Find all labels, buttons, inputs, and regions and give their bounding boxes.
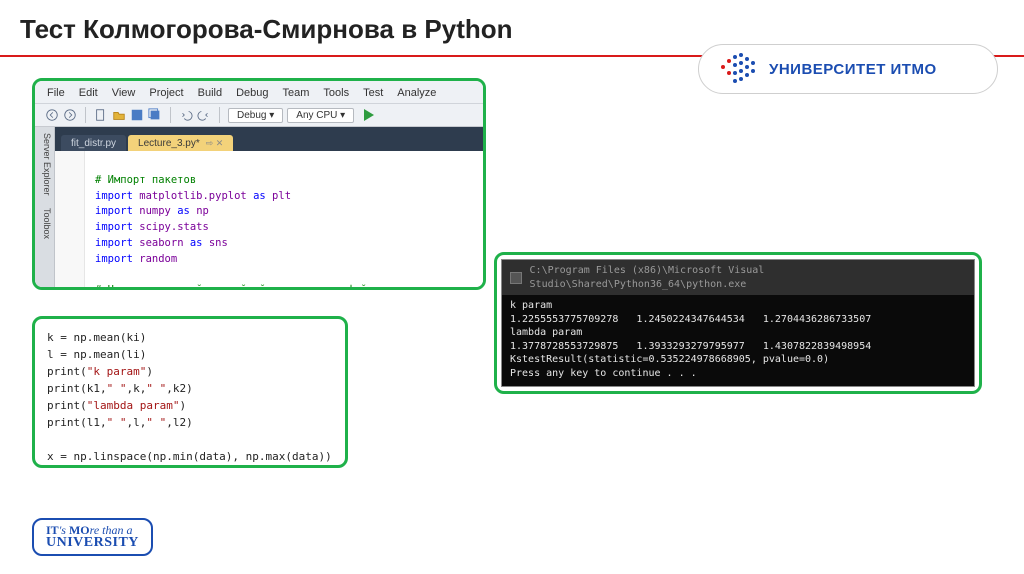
console-icon xyxy=(510,272,522,284)
ide-menubar: File Edit View Project Build Debug Team … xyxy=(35,81,483,104)
run-button[interactable] xyxy=(364,109,374,121)
tab-fit-distr[interactable]: fit_distr.py xyxy=(61,135,126,151)
menu-debug[interactable]: Debug xyxy=(236,87,268,99)
new-file-icon[interactable] xyxy=(94,108,108,122)
ide-panel: File Edit View Project Build Debug Team … xyxy=(32,78,486,290)
forward-icon[interactable] xyxy=(63,108,77,122)
side-tab-toolbox[interactable]: Toolbox xyxy=(37,208,52,239)
console-panel: C:\Program Files (x86)\Microsoft Visual … xyxy=(494,252,982,394)
ide-side-tabs: Server Explorer Toolbox xyxy=(35,127,55,287)
menu-file[interactable]: File xyxy=(47,87,65,99)
footer-stamp: IT's MOre than a UNIVERSITY xyxy=(32,518,153,556)
console-path: C:\Program Files (x86)\Microsoft Visual … xyxy=(530,264,966,291)
save-all-icon[interactable] xyxy=(148,108,162,122)
undo-icon[interactable] xyxy=(179,108,193,122)
save-icon[interactable] xyxy=(130,108,144,122)
config-debug[interactable]: Debug ▾ xyxy=(228,108,283,123)
logo-text: УНИВЕРСИТЕТ ИТМО xyxy=(769,61,937,78)
side-tab-server-explorer[interactable]: Server Explorer xyxy=(37,133,52,196)
console-output: k param 1.2255553775709278 1.24502243476… xyxy=(502,295,974,384)
menu-build[interactable]: Build xyxy=(198,87,222,99)
editor-tabs: fit_distr.py Lecture_3.py*⇨ ✕ xyxy=(55,127,483,151)
menu-test[interactable]: Test xyxy=(363,87,383,99)
university-logo: УНИВЕРСИТЕТ ИТМО xyxy=(698,44,998,94)
menu-edit[interactable]: Edit xyxy=(79,87,98,99)
tab-lecture3[interactable]: Lecture_3.py*⇨ ✕ xyxy=(128,135,233,151)
config-platform[interactable]: Any CPU ▾ xyxy=(287,108,354,123)
redo-icon[interactable] xyxy=(197,108,211,122)
menu-analyze[interactable]: Analyze xyxy=(397,87,436,99)
stamp-line2: UNIVERSITY xyxy=(46,536,139,550)
code-snippet-panel: k = np.mean(ki) l = np.mean(li) print("k… xyxy=(32,316,348,468)
menu-team[interactable]: Team xyxy=(283,87,310,99)
menu-project[interactable]: Project xyxy=(149,87,183,99)
console-titlebar: C:\Program Files (x86)\Microsoft Visual … xyxy=(502,260,974,295)
page-title: Тест Колмогорова-Смирнова в Python xyxy=(20,14,1004,45)
back-icon[interactable] xyxy=(45,108,59,122)
open-icon[interactable] xyxy=(112,108,126,122)
code-editor[interactable]: # Импорт пакетов import matplotlib.pyplo… xyxy=(55,151,483,287)
logo-icon xyxy=(717,51,757,87)
close-tab-icon[interactable]: ⇨ ✕ xyxy=(206,138,224,149)
menu-tools[interactable]: Tools xyxy=(323,87,349,99)
menu-view[interactable]: View xyxy=(112,87,136,99)
ide-toolbar: Debug ▾ Any CPU ▾ xyxy=(35,104,483,127)
